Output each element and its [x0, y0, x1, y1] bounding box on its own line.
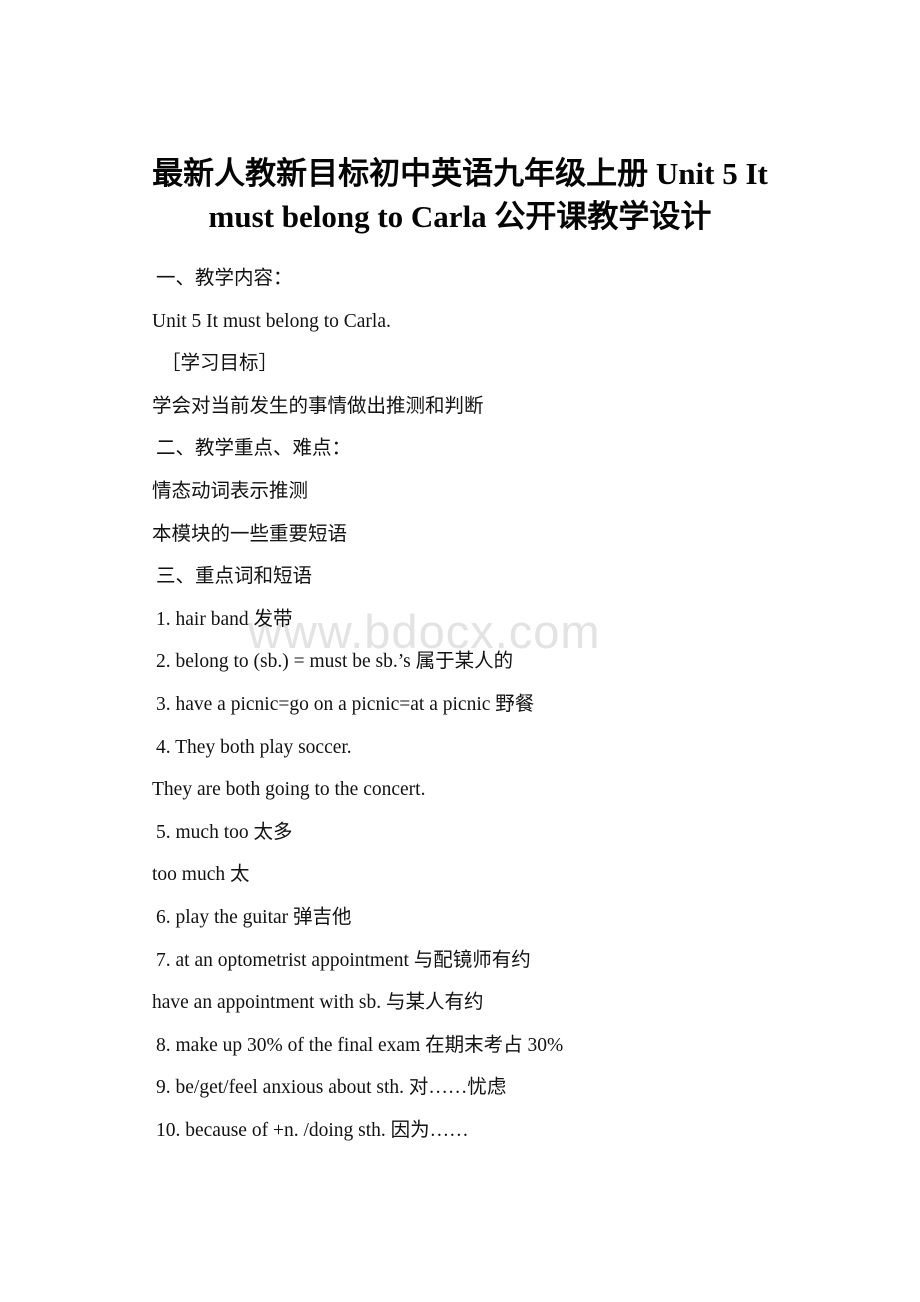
section-3-heading: 三、重点词和短语: [156, 566, 313, 588]
vocab-6: 6. play the guitar 弹吉他: [156, 906, 352, 928]
document-page: www.bdocx.com 最新人教新目标初中英语九年级上册 Unit 5 It…: [0, 0, 920, 1302]
key-point-1: 情态动词表示推测: [152, 480, 309, 502]
page-title-line-2: must belong to Carla 公开课教学设计: [208, 199, 712, 234]
vocab-2: 2. belong to (sb.) = must be sb.’s 属于某人的: [156, 651, 514, 673]
page-title-line-1: 最新人教新目标初中英语九年级上册 Unit 5 It: [152, 156, 768, 191]
vocab-5b: too much 太: [152, 864, 250, 886]
objectives-heading: ［学习目标］: [161, 353, 279, 375]
key-point-2: 本模块的一些重要短语: [152, 523, 348, 545]
vocab-7: 7. at an optometrist appointment 与配镜师有约: [156, 949, 531, 971]
vocab-7b: have an appointment with sb. 与某人有约: [152, 992, 484, 1014]
vocab-4: 4. They both play soccer.: [156, 736, 352, 758]
document-body: 最新人教新目标初中英语九年级上册 Unit 5 It must belong t…: [0, 0, 920, 1152]
page-title: 最新人教新目标初中英语九年级上册 Unit 5 It must belong t…: [0, 152, 920, 238]
vocab-5: 5. much too 太多: [156, 821, 293, 843]
unit-reference: Unit 5 It must belong to Carla.: [152, 310, 391, 332]
vocab-8: 8. make up 30% of the final exam 在期末考占 3…: [156, 1034, 564, 1056]
vocab-3: 3. have a picnic=go on a picnic=at a pic…: [156, 693, 535, 715]
document-paragraphs: 一、教学内容： Unit 5 It must belong to Carla. ［学…: [0, 258, 920, 1152]
objectives-body: 学会对当前发生的事情做出推测和判断: [152, 395, 484, 417]
vocab-1: 1. hair band 发带: [156, 608, 293, 630]
vocab-10: 10. because of +n. /doing sth. 因为……: [156, 1119, 469, 1141]
section-1-heading: 一、教学内容：: [156, 268, 293, 289]
section-2-heading: 二、教学重点、难点：: [156, 438, 352, 460]
vocab-9: 9. be/get/feel anxious about sth. 对……忧虑: [156, 1077, 507, 1099]
vocab-4b: They are both going to the concert.: [152, 779, 426, 801]
